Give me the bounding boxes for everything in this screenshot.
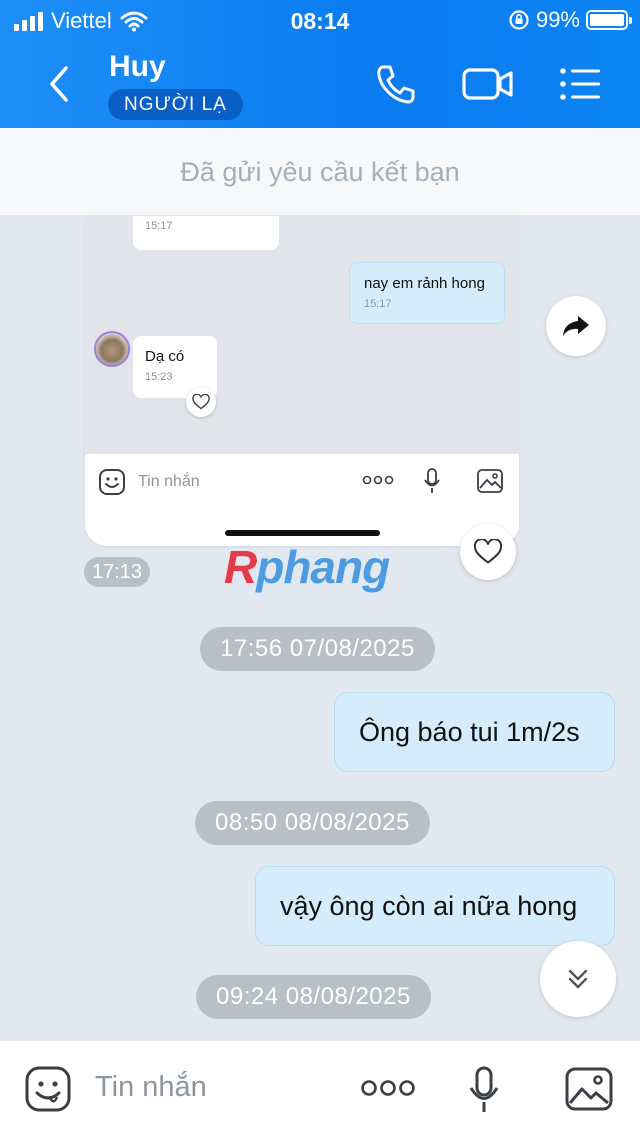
battery-icon xyxy=(586,10,632,30)
rotation-lock-icon xyxy=(509,10,529,30)
stranger-badge: NGƯỜI LẠ xyxy=(108,89,243,120)
timestamp-pill: 08:50 08/08/2025 xyxy=(195,801,430,845)
more-icon[interactable] xyxy=(360,1078,416,1098)
timestamp-pill: 09:24 08/08/2025 xyxy=(196,975,431,1019)
message-input-bar: Tin nhắn xyxy=(0,1040,640,1136)
top-bar: Viettel 08:14 99% Huy NGƯỜI LẠ xyxy=(0,0,640,128)
friend-request-status: Đã gửi yêu cầu kết bạn xyxy=(0,128,640,216)
image-sent-time: 17:13 xyxy=(84,557,151,587)
heart-icon xyxy=(186,387,216,417)
forward-icon xyxy=(563,316,589,336)
video-icon[interactable] xyxy=(462,62,514,106)
embedded-incoming-time: 15:23 xyxy=(145,371,173,383)
battery-percent: 99% xyxy=(535,7,580,32)
shared-screenshot[interactable]: 15:17 nay em rảnh hong 15:17 Dạ có 15:23… xyxy=(85,216,519,546)
embedded-outgoing-bubble: nay em rảnh hong 15:17 xyxy=(349,262,505,324)
forward-button[interactable] xyxy=(546,296,606,356)
timestamp-pill: 17:56 07/08/2025 xyxy=(200,627,435,671)
outgoing-message[interactable]: vậy ông còn ai nữa hong xyxy=(255,866,615,946)
cut-message-time: 15:17 xyxy=(145,220,173,232)
phone-icon[interactable] xyxy=(374,62,418,106)
embedded-outgoing-text: nay em rảnh hong xyxy=(364,275,485,292)
mic-icon xyxy=(424,468,440,493)
image-icon[interactable] xyxy=(564,1065,614,1113)
emoji-icon[interactable] xyxy=(24,1065,72,1113)
message-input[interactable]: Tin nhắn xyxy=(95,1071,207,1104)
menu-icon[interactable] xyxy=(558,62,602,106)
back-icon[interactable] xyxy=(42,62,78,106)
watermark-logo: Rphang xyxy=(224,541,390,593)
image-icon xyxy=(477,469,503,493)
embedded-input-placeholder: Tin nhắn xyxy=(138,473,200,490)
home-indicator xyxy=(225,530,380,536)
react-heart-button[interactable] xyxy=(460,524,516,580)
scroll-to-bottom-button[interactable] xyxy=(540,941,616,1017)
status-bar: Viettel 08:14 99% xyxy=(0,0,640,40)
more-icon xyxy=(362,475,394,485)
contact-name[interactable]: Huy xyxy=(109,50,166,84)
heart-icon xyxy=(473,539,503,564)
double-chevron-down-icon xyxy=(568,969,588,989)
cut-message-bubble: 15:17 xyxy=(133,216,279,250)
emoji-icon xyxy=(99,469,125,495)
mic-icon[interactable] xyxy=(468,1065,500,1115)
outgoing-message[interactable]: Ông báo tui 1m/2s xyxy=(334,692,615,772)
avatar xyxy=(94,331,130,367)
embedded-outgoing-time: 15:17 xyxy=(364,298,392,310)
embedded-incoming-text: Dạ có xyxy=(145,348,185,365)
